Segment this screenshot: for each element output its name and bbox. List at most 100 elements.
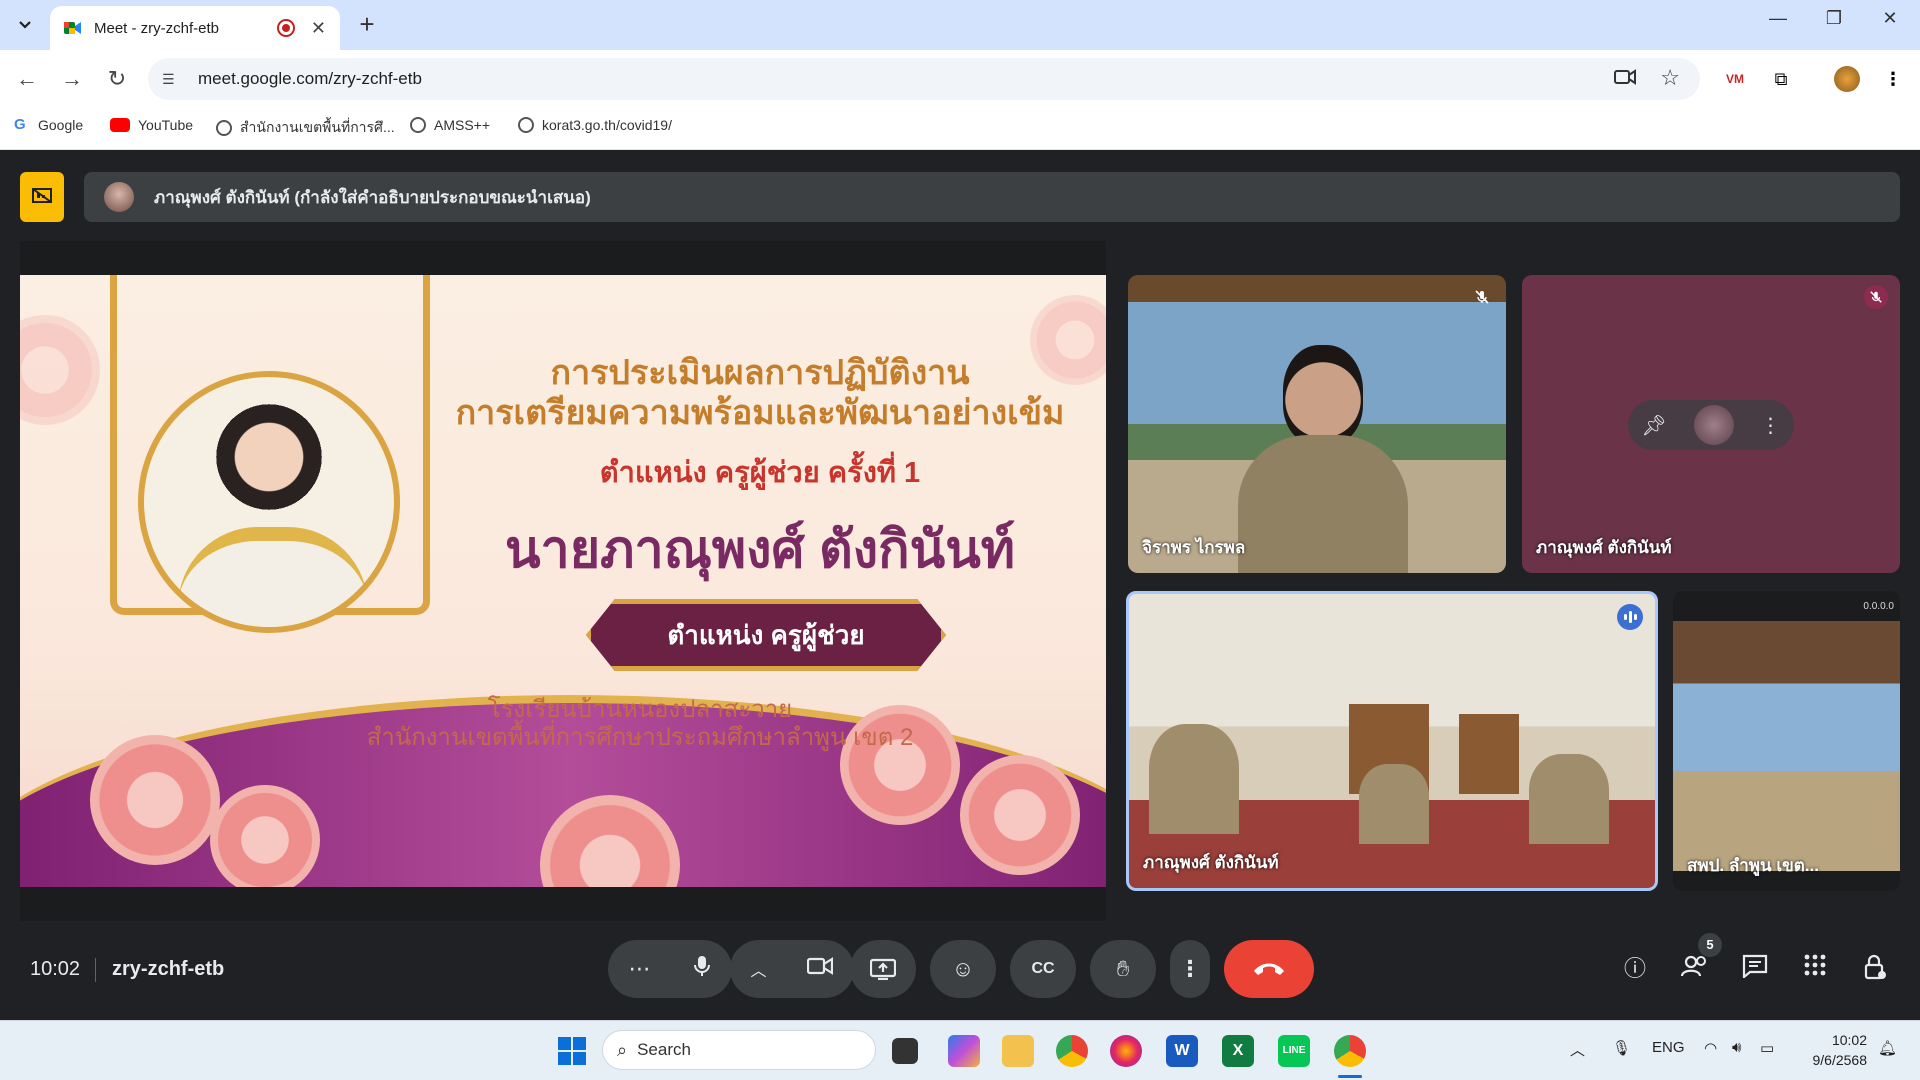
minimize-icon[interactable]: — bbox=[1758, 8, 1798, 29]
bookmark-label: Google bbox=[38, 117, 84, 133]
decorative-flower bbox=[960, 755, 1080, 875]
taskbar-clock[interactable]: 10:02 9/6/2568 bbox=[1803, 1030, 1868, 1070]
participant-tile-office[interactable]: 0.0.0.0 สพป. ลำพูน เขต... bbox=[1673, 591, 1900, 891]
presenter-banner: ภาณุพงศ์ ตังกินันท์ (กำลังใส่คำอธิบายประ… bbox=[84, 172, 1900, 222]
presenter-banner-text: ภาณุพงศ์ ตังกินันท์ (กำลังใส่คำอธิบายประ… bbox=[154, 187, 591, 207]
mic-muted-icon bbox=[1470, 285, 1494, 309]
restore-icon[interactable]: ❐ bbox=[1814, 8, 1854, 29]
address-url[interactable]: meet.google.com/zry-zchf-etb bbox=[198, 69, 422, 89]
browser-toolbar: ← → ↻ ☰ meet.google.com/zry-zchf-etb ☆ V… bbox=[0, 50, 1920, 108]
participant-tile-panupong[interactable]: 📌︎ ⋮ ภาณุพงศ์ ตังกินันท์ bbox=[1522, 275, 1900, 573]
present-screen-icon[interactable] bbox=[850, 940, 916, 998]
camera-in-use-icon[interactable] bbox=[1614, 68, 1636, 86]
presentation-stage[interactable]: การประเมินผลการปฏิบัติงาน การเตรียมความพ… bbox=[20, 241, 1106, 921]
taskbar-search-box[interactable]: ⌕ Search bbox=[602, 1030, 876, 1070]
firefox-icon[interactable] bbox=[1110, 1035, 1142, 1067]
bookmark-korat3[interactable]: korat3.go.th/covid19/ bbox=[518, 117, 672, 133]
chrome-icon[interactable] bbox=[1056, 1035, 1088, 1067]
address-bar[interactable]: ☰ meet.google.com/zry-zchf-etb ☆ bbox=[148, 58, 1700, 100]
camera-icon[interactable] bbox=[807, 956, 834, 982]
back-arrow-icon[interactable]: ← bbox=[12, 64, 42, 94]
meet-favicon-icon bbox=[64, 20, 82, 36]
google-g-icon: G bbox=[14, 116, 26, 133]
tile-hover-controls: 📌︎ ⋮ bbox=[1628, 400, 1794, 450]
chrome-active-icon[interactable] bbox=[1334, 1035, 1366, 1067]
file-explorer-icon[interactable] bbox=[1002, 1035, 1034, 1067]
bookmark-star-icon[interactable]: ☆ bbox=[1660, 65, 1680, 91]
globe-icon bbox=[518, 117, 534, 133]
browser-menu-icon[interactable]: ⋮ bbox=[1880, 66, 1906, 92]
notification-bell-icon[interactable]: 🔔︎ bbox=[1878, 1039, 1897, 1057]
audio-options-icon[interactable]: ⋯ bbox=[629, 956, 651, 982]
host-controls-lock-icon[interactable] bbox=[1860, 954, 1890, 984]
divider bbox=[95, 958, 96, 982]
tray-mic-icon[interactable]: 🎙︎ bbox=[1612, 1039, 1631, 1057]
extensions-puzzle-icon[interactable]: ⧉ bbox=[1768, 66, 1794, 92]
teacher-portrait bbox=[138, 371, 400, 633]
activities-grid-icon[interactable] bbox=[1800, 954, 1830, 984]
slide-round: ตำแหน่ง ครูผู้ช่วย ครั้งที่ 1 bbox=[599, 457, 921, 489]
excel-icon[interactable]: X bbox=[1222, 1035, 1254, 1067]
youtube-icon bbox=[110, 118, 130, 132]
slide-title-line2: การเตรียมความพร้อมและพัฒนาอย่างเข้ม bbox=[455, 394, 1065, 432]
windows-start-icon[interactable] bbox=[556, 1035, 588, 1067]
presentation-slide: การประเมินผลการปฏิบัติงาน การเตรียมความพ… bbox=[20, 275, 1106, 887]
participant-name: จิราพร ไกรพล bbox=[1142, 538, 1246, 557]
forward-arrow-icon[interactable]: → bbox=[57, 64, 87, 94]
meet-window: ภาณุพงศ์ ตังกินันท์ (กำลังใส่คำอธิบายประ… bbox=[0, 151, 1920, 1020]
bookmark-youtube[interactable]: YouTube bbox=[110, 117, 193, 133]
bookmark-label: YouTube bbox=[138, 117, 194, 133]
more-options-icon[interactable]: ⋮ bbox=[1761, 413, 1781, 438]
globe-icon bbox=[410, 117, 426, 133]
search-placeholder: Search bbox=[637, 1040, 691, 1059]
globe-icon bbox=[216, 120, 232, 136]
participant-tile-jiraporn[interactable]: จิราพร ไกรพล bbox=[1128, 275, 1506, 573]
volume-icon[interactable]: 🔊︎ bbox=[1732, 1039, 1741, 1056]
position-ribbon-text: ตำแหน่ง ครูผู้ช่วย bbox=[667, 619, 865, 650]
tab-search-chevron-icon[interactable] bbox=[10, 10, 40, 40]
more-options-icon[interactable]: ⋮ bbox=[1170, 940, 1210, 998]
emoji-reaction-icon[interactable]: ☺ bbox=[930, 940, 996, 998]
copilot-icon[interactable] bbox=[948, 1035, 980, 1067]
task-view-icon[interactable] bbox=[892, 1038, 918, 1064]
captions-icon[interactable]: CC bbox=[1010, 940, 1076, 998]
word-icon[interactable]: W bbox=[1166, 1035, 1198, 1067]
mute-participant-icon[interactable] bbox=[1693, 405, 1734, 445]
decorative-flower bbox=[20, 315, 100, 425]
room-bookshelf bbox=[1459, 714, 1519, 794]
bookmarks-bar: G Google YouTube สำนักงานเขตพื้นที่การศึ… bbox=[0, 108, 1920, 150]
pin-icon[interactable]: 📌︎ bbox=[1641, 413, 1666, 438]
speaking-indicator-icon bbox=[1617, 604, 1643, 630]
window-close-icon[interactable]: ✕ bbox=[1870, 8, 1910, 29]
wifi-icon[interactable]: ◠ bbox=[1704, 1039, 1717, 1057]
input-language[interactable]: ENG bbox=[1652, 1039, 1685, 1056]
leave-call-icon[interactable] bbox=[1224, 940, 1314, 998]
new-tab-plus-icon[interactable]: + bbox=[352, 10, 382, 38]
site-info-icon[interactable]: ☰ bbox=[162, 71, 184, 88]
participant-tile-room[interactable]: ภาณุพงศ์ ตังกินันท์ bbox=[1126, 591, 1658, 891]
search-icon: ⌕ bbox=[617, 1039, 628, 1060]
battery-icon[interactable]: ▭ bbox=[1760, 1039, 1774, 1057]
participant-name: สพป. ลำพูน เขต... bbox=[1687, 856, 1819, 875]
video-options-chevron-icon[interactable]: ︿ bbox=[750, 957, 766, 981]
tray-overflow-chevron-icon[interactable]: ︿ bbox=[1570, 1039, 1585, 1060]
reload-icon[interactable]: ↻ bbox=[102, 64, 132, 94]
bookmark-google[interactable]: G Google bbox=[14, 116, 84, 134]
microphone-icon[interactable] bbox=[692, 954, 712, 984]
mic-muted-icon bbox=[1864, 285, 1888, 309]
presentation-icon[interactable] bbox=[20, 172, 64, 222]
line-app-icon[interactable]: LINE bbox=[1278, 1035, 1310, 1067]
position-ribbon: ตำแหน่ง ครูผู้ช่วย bbox=[586, 599, 946, 671]
raise-hand-icon[interactable]: ✋︎ bbox=[1090, 940, 1156, 998]
bookmark-area-office[interactable]: สำนักงานเขตพื้นที่การศึ... bbox=[216, 117, 395, 139]
bookmark-amss[interactable]: AMSS++ bbox=[410, 117, 490, 133]
meeting-info-icon[interactable]: ⓘ bbox=[1620, 954, 1650, 984]
people-icon[interactable] bbox=[1680, 954, 1710, 984]
tab-close-icon[interactable]: ✕ bbox=[311, 18, 326, 39]
active-tab[interactable]: Meet - zry-zchf-etb ✕ bbox=[50, 6, 340, 50]
chat-icon[interactable] bbox=[1740, 954, 1770, 984]
vm-extension-icon[interactable]: VM bbox=[1722, 66, 1748, 92]
taskbar-time: 10:02 bbox=[1831, 1032, 1867, 1048]
slide-office: สำนักงานเขตพื้นที่การศึกษาประถมศึกษาลำพู… bbox=[366, 724, 914, 751]
profile-avatar[interactable] bbox=[1834, 66, 1860, 92]
